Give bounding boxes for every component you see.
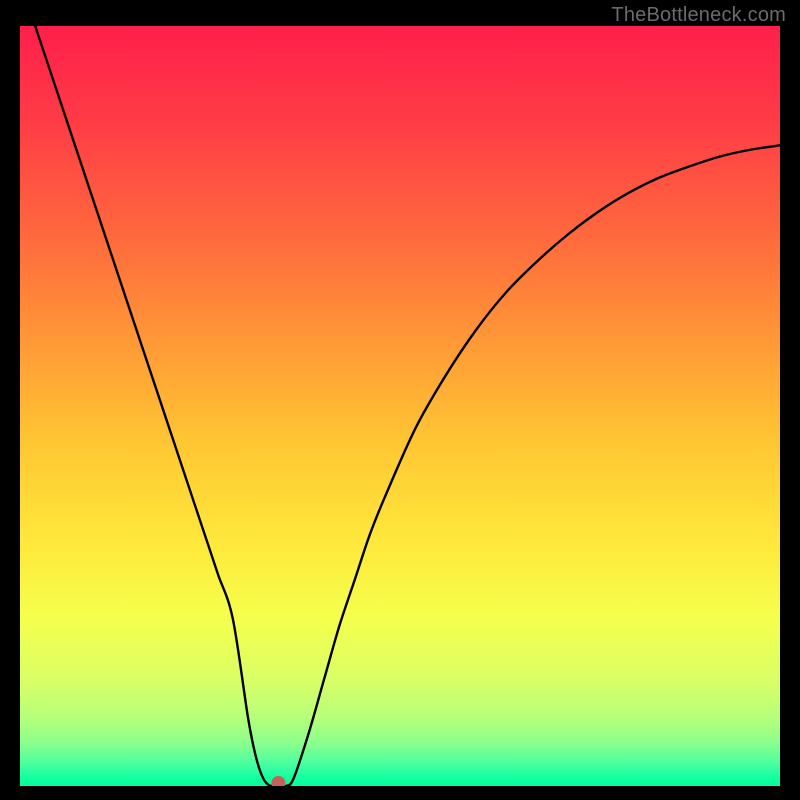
- watermark-text: TheBottleneck.com: [611, 4, 786, 27]
- bottleneck-curve: [35, 26, 780, 786]
- curve-layer: [20, 26, 780, 786]
- chart-stage: TheBottleneck.com: [0, 0, 800, 800]
- plot-frame: [20, 26, 780, 786]
- optimal-marker: [271, 776, 285, 786]
